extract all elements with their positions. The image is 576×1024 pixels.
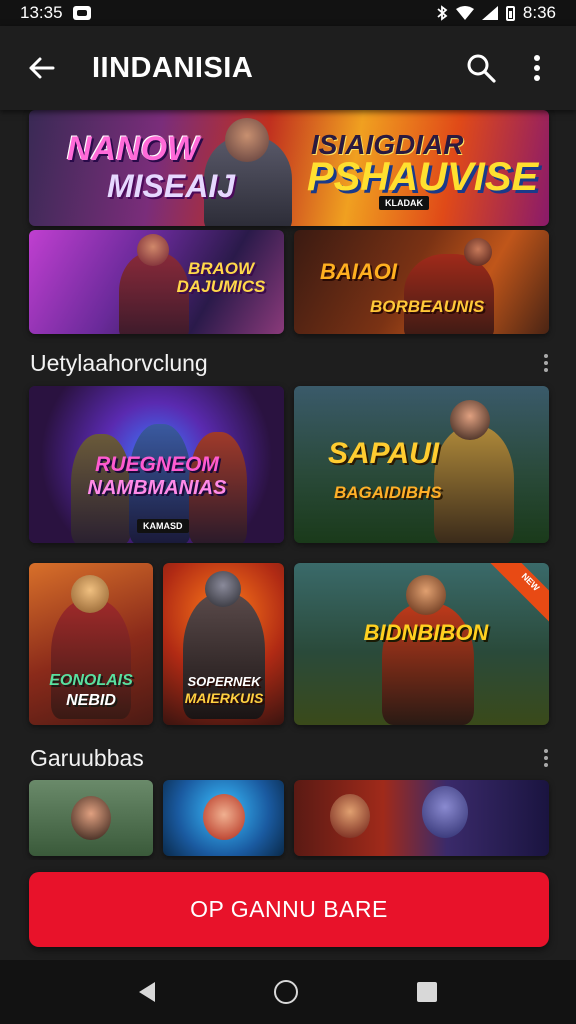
- grid-card-2-figure: [434, 426, 514, 543]
- more-vert-icon: [534, 55, 540, 81]
- bottom-card-2[interactable]: [163, 780, 284, 856]
- grid-card-3[interactable]: EONOLAIS NEBID: [29, 563, 153, 725]
- back-button[interactable]: [22, 49, 60, 87]
- notification-icon: [72, 6, 91, 20]
- status-right: 8:36: [436, 3, 556, 23]
- grid-card-4-title-line2: MAIERKUIS: [184, 690, 264, 706]
- bottom-card-1-head: [71, 796, 111, 840]
- grid-card-3-title-line2: NEBID: [66, 692, 116, 709]
- more-options-button[interactable]: [516, 47, 558, 89]
- grid-card-5[interactable]: BIDNBIBON NEW: [294, 563, 549, 725]
- grid-card-1-title-line2: NAMBMANIAS: [87, 477, 227, 499]
- system-nav-bar: [0, 960, 576, 1024]
- grid-card-1[interactable]: RUEGNEOM NAMBMANIAS KAMASD: [29, 386, 284, 543]
- app-bar: IINDANISIA: [0, 26, 576, 110]
- status-left: 13:35: [20, 3, 91, 23]
- search-button[interactable]: [460, 47, 502, 89]
- status-right-time: 8:36: [522, 3, 556, 22]
- banner-hero-head: [225, 118, 269, 162]
- bottom-card-1[interactable]: [29, 780, 153, 856]
- featured-card-2-figure: [404, 254, 494, 334]
- grid-card-5-head: [406, 575, 446, 615]
- banner-title-line1: NANOW: [67, 130, 200, 168]
- section-2-more-button[interactable]: [542, 749, 550, 767]
- grid-card-4-title-line1: SOPERNEK: [187, 674, 261, 689]
- featured-card-1[interactable]: BRAOW DAJUMICS: [29, 230, 284, 334]
- featured-card-1-title: BRAOW DAJUMICS: [176, 259, 266, 296]
- search-icon: [467, 54, 496, 83]
- battery-icon: [505, 5, 515, 21]
- banner-title-line2: MISEAIJ: [107, 168, 236, 204]
- grid-card-2-title-bottom: BAGAIDIBHS: [334, 483, 442, 502]
- featured-card-2-title-top: BAIAOI: [320, 259, 397, 284]
- bottom-card-2-head: [203, 794, 245, 840]
- featured-card-1-head: [137, 234, 169, 266]
- primary-cta-button[interactable]: OP GANNU BARE: [29, 872, 549, 947]
- featured-card-2-head: [464, 238, 492, 266]
- bottom-card-3-head-right: [422, 786, 468, 838]
- grid-card-2-title-top: SAPAUI: [328, 437, 440, 470]
- signal-icon: [481, 6, 498, 20]
- status-time: 13:35: [20, 3, 63, 22]
- nav-back-icon[interactable]: [139, 982, 156, 1002]
- section-title-1: Uetylaahorvclung: [30, 350, 208, 376]
- bottom-card-3-head-left: [330, 794, 370, 838]
- featured-card-2-title-bottom: BORBEAUNIS: [370, 297, 485, 316]
- grid-card-5-title: BIDNBIBON: [363, 620, 489, 645]
- content-scroll-area[interactable]: NANOW MISEAIJ ISIAIGDIAR PSHAUVISE KLADA…: [0, 110, 576, 860]
- banner-right-title-line2: PSHAUVISE: [307, 155, 539, 199]
- section-title-2: Garuubbas: [30, 745, 144, 771]
- wifi-icon: [455, 6, 474, 20]
- bluetooth-icon: [437, 5, 448, 21]
- grid-card-2-head: [450, 400, 490, 440]
- nav-recents-icon[interactable]: [416, 982, 437, 1002]
- grid-card-4[interactable]: SOPERNEK MAIERKUIS: [163, 563, 284, 725]
- banner-right-sub: KLADAK: [379, 196, 429, 210]
- grid-card-1-sub: KAMASD: [137, 519, 189, 533]
- grid-card-4-head: [205, 571, 241, 607]
- grid-card-3-title-line1: EONOLAIS: [49, 672, 133, 689]
- grid-card-3-head: [71, 575, 109, 613]
- page-title: IINDANISIA: [92, 51, 254, 84]
- banner-card[interactable]: NANOW MISEAIJ ISIAIGDIAR PSHAUVISE KLADA…: [29, 110, 549, 226]
- back-arrow-icon: [29, 57, 55, 79]
- status-bar: 13:35 8:36: [0, 0, 576, 26]
- grid-card-1-title-line1: RUEGNEOM: [95, 453, 219, 476]
- section-1-more-button[interactable]: [542, 354, 550, 372]
- featured-card-2[interactable]: BAIAOI BORBEAUNIS: [294, 230, 549, 334]
- nav-home-icon[interactable]: [273, 980, 298, 1004]
- bottom-card-3[interactable]: [294, 780, 549, 856]
- grid-card-2[interactable]: SAPAUI BAGAIDIBHS: [294, 386, 549, 543]
